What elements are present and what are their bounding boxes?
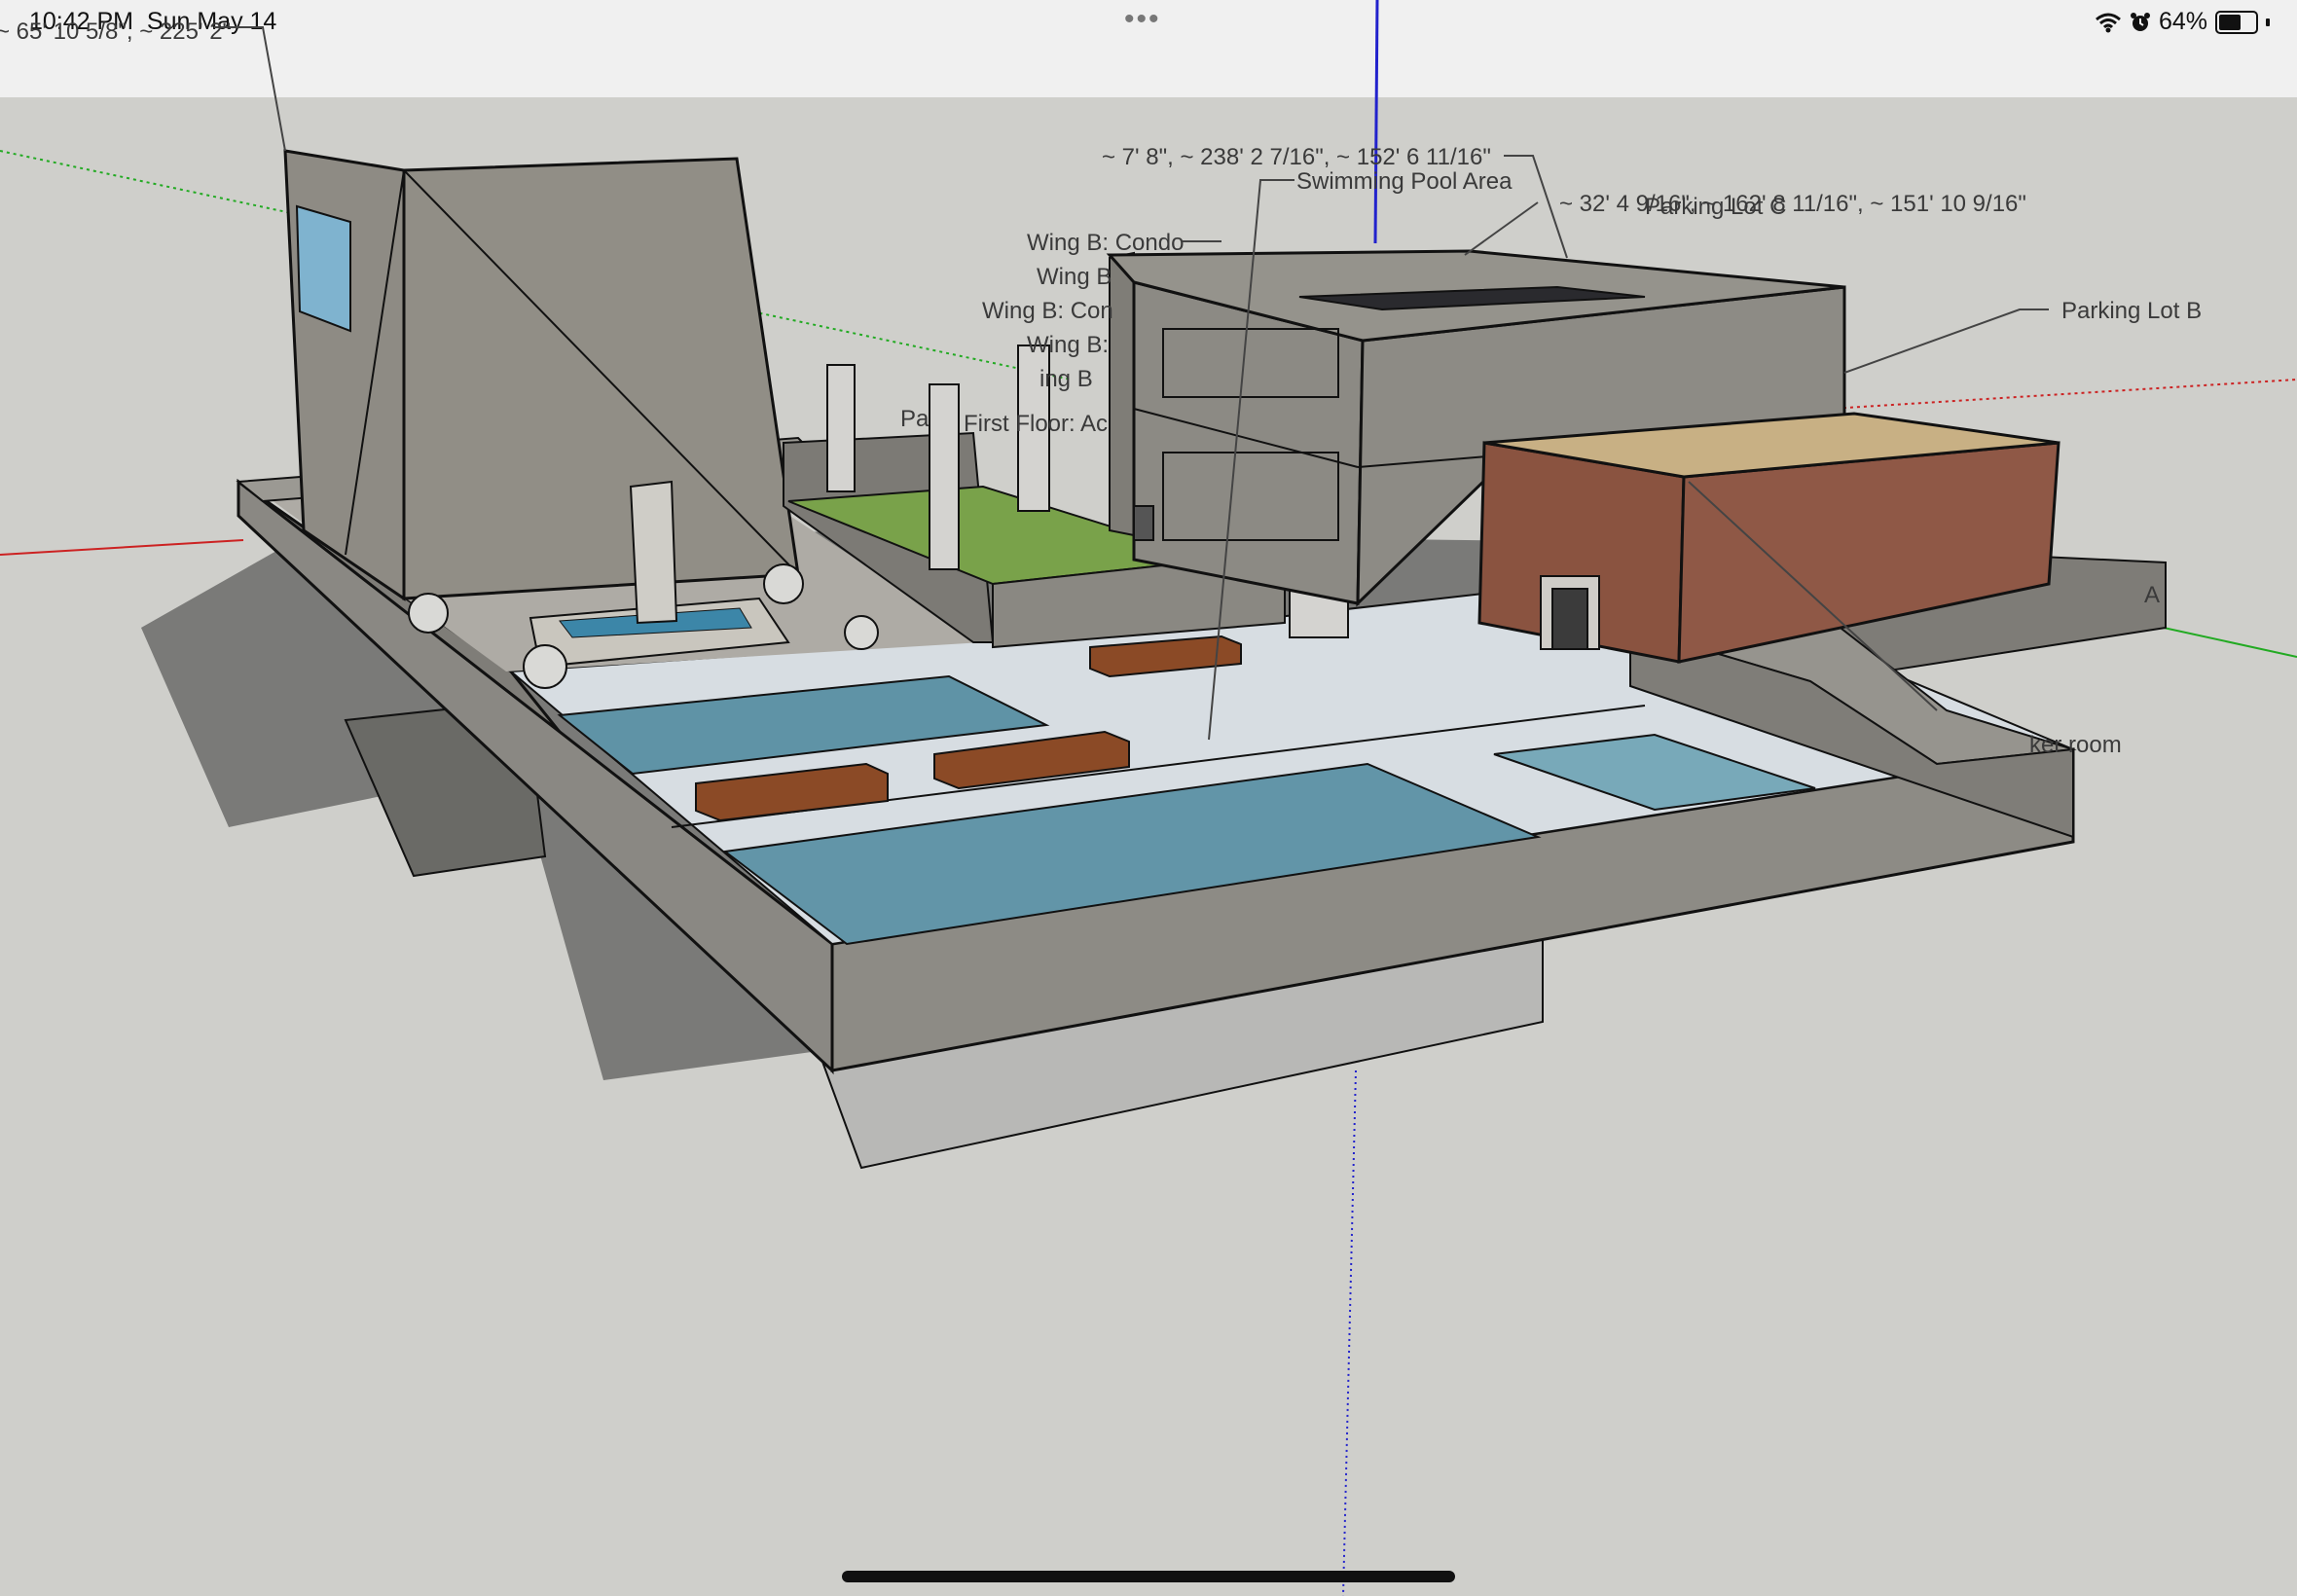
red-axis-dotted xyxy=(1829,379,2297,410)
label-pa[interactable]: Pa xyxy=(900,406,929,433)
leader-coords-1 xyxy=(1504,155,1568,259)
label-parking-lot-b[interactable]: Parking Lot B xyxy=(2061,298,2202,325)
tower-front-face xyxy=(402,157,800,600)
planter-2 xyxy=(523,644,567,689)
label-swimming-pool-area[interactable]: Swimming Pool Area xyxy=(1296,168,1512,196)
label-locker-room[interactable]: ker room xyxy=(2029,732,2122,759)
leader-parking-b xyxy=(1843,308,2049,374)
planter-1 xyxy=(408,593,449,634)
planter-3 xyxy=(763,563,804,604)
tower-window xyxy=(295,204,351,333)
home-indicator[interactable] xyxy=(842,1571,1455,1582)
label-wing-b-condo[interactable]: Wing B: Condo xyxy=(1027,230,1184,257)
label-first-floor[interactable]: First Floor: Ac xyxy=(964,411,1108,438)
column-1 xyxy=(826,364,856,492)
label-wing-b-4[interactable]: Wing B: xyxy=(1027,332,1109,359)
leader-parking-c xyxy=(1464,201,1539,256)
label-parking-lot-c[interactable]: Parking Lot C xyxy=(1645,194,1786,221)
blue-axis xyxy=(1373,0,1379,244)
wing-b-side xyxy=(1109,251,1135,537)
red-axis xyxy=(0,539,244,556)
label-top-left-coords[interactable]: ~ 65' 10 5/8", ~ 225' 2" xyxy=(0,18,231,46)
label-wing-b-2[interactable]: Wing B xyxy=(1037,264,1112,291)
blue-axis-dotted xyxy=(1342,1070,1357,1596)
leader-top-left xyxy=(214,26,286,152)
label-wing-b-3[interactable]: Wing B: Con xyxy=(982,298,1113,325)
planter-4 xyxy=(844,615,879,650)
label-a[interactable]: A xyxy=(2144,582,2160,609)
label-wing-b-5[interactable]: ing B xyxy=(1039,366,1093,393)
label-coords-2[interactable]: ~ 32' 4 9/16", ~ 162' 8 11/16", ~ 151' 1… xyxy=(1559,191,2026,218)
column-2 xyxy=(929,383,960,570)
fountain-obelisk xyxy=(629,480,678,625)
brick-building-door-opening xyxy=(1551,588,1588,650)
wing-b-door[interactable] xyxy=(1133,505,1154,541)
label-coords-1[interactable]: ~ 7' 8", ~ 238' 2 7/16", ~ 152' 6 11/16" xyxy=(1102,144,1491,171)
